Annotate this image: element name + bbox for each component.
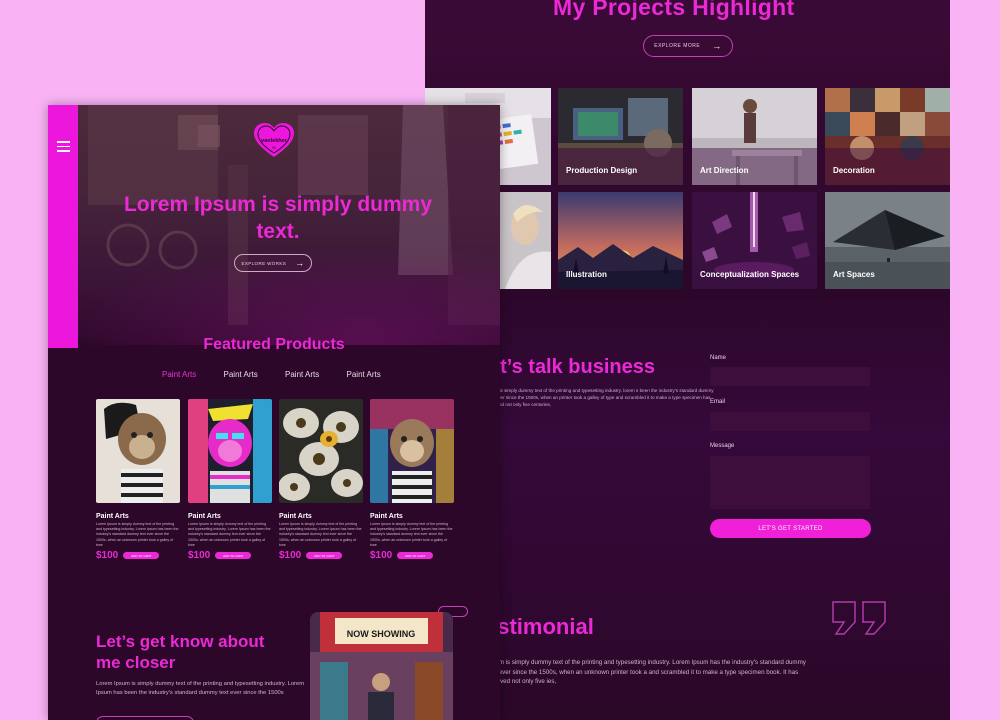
product-title: Paint Arts — [370, 513, 403, 520]
tile-label: Conceptualization Spaces — [700, 269, 800, 279]
product-description: Lorem Ipsum is simply dummy text of the … — [370, 522, 453, 546]
featured-products-title: Featured Products — [203, 336, 345, 353]
project-tile-production-design[interactable]: Production Design — [558, 88, 683, 185]
now-showing-sign: NOW SHOWING — [347, 629, 416, 639]
explore-works-button[interactable]: EXPLORE WORKS → — [234, 254, 312, 272]
email-field[interactable] — [710, 412, 870, 431]
name-field[interactable] — [710, 367, 870, 386]
project-tile-conceptualization[interactable]: Conceptualization Spaces — [692, 192, 817, 289]
product-image — [370, 399, 454, 503]
about-text: Lorem Ipsum is simply dummy text of the … — [96, 681, 305, 697]
add-to-cart-button[interactable]: ADD TO CART — [306, 552, 343, 559]
add-to-cart-button[interactable]: ADD TO CART — [123, 552, 160, 559]
tile-label: Art Direction — [700, 165, 749, 175]
product-price: $100 — [279, 550, 302, 561]
hamburger-menu-icon[interactable] — [57, 141, 70, 155]
explore-more-button[interactable]: EXPLORE MORE → — [643, 35, 733, 57]
product-card[interactable]: Paint Arts Lorem Ipsum is simply dummy t… — [96, 399, 180, 561]
arrow-right-icon: → — [295, 258, 305, 268]
hero-title: Lorem Ipsum is simply dummy text. — [123, 193, 433, 244]
tile-label: Decoration — [833, 165, 875, 175]
product-title: Paint Arts — [188, 513, 221, 520]
projects-page: My Projects Highlight EXPLORE MORE → Pro… — [425, 0, 950, 720]
svg-text:∞: ∞ — [272, 145, 276, 151]
projects-title: My Projects Highlight — [553, 0, 795, 20]
tab-paint-arts-1[interactable]: Paint Arts — [162, 370, 224, 379]
svg-text:vanlekher: vanlekher — [261, 138, 288, 144]
get-started-button[interactable]: LET'S GET STARTED — [710, 519, 871, 538]
product-card[interactable]: Paint Arts Lorem Ipsum is simply dummy t… — [370, 399, 454, 561]
about-photo: NOW SHOWING — [310, 612, 453, 720]
testimonial-text: Ipsum is simply dummy text of the printi… — [487, 659, 806, 686]
about-button[interactable] — [96, 716, 194, 720]
tile-label: Production Design — [566, 165, 638, 175]
product-price: $100 — [96, 550, 119, 561]
message-label: Message — [710, 443, 735, 449]
project-tile-illustration[interactable]: Illustration — [558, 192, 683, 289]
brand-logo[interactable]: vanlekher ∞ — [253, 123, 295, 159]
add-to-cart-button[interactable]: ADD TO CART — [215, 552, 252, 559]
project-tile-decoration[interactable]: Decoration — [825, 88, 950, 185]
tab-paint-arts-4[interactable]: Paint Arts — [347, 370, 409, 379]
arrow-right-icon: → — [712, 41, 722, 51]
product-description: Lorem Ipsum is simply dummy text of the … — [279, 522, 362, 546]
name-label: Name — [710, 355, 727, 361]
product-card[interactable]: Paint Arts Lorem Ipsum is simply dummy t… — [279, 399, 363, 561]
explore-works-label: EXPLORE WORKS — [241, 260, 287, 266]
product-image — [279, 399, 363, 503]
product-title: Paint Arts — [279, 513, 312, 520]
email-label: Email — [710, 399, 726, 405]
about-title: Let’s get know about me closer — [96, 632, 265, 673]
product-title: Paint Arts — [96, 513, 129, 520]
quote-icon — [832, 601, 886, 635]
project-tile-art-spaces[interactable]: Art Spaces — [825, 192, 950, 289]
message-field[interactable] — [710, 456, 870, 509]
tile-label: Art Spaces — [833, 269, 875, 279]
tile-label: Illustration — [566, 269, 607, 279]
talk-business-title: et’s talk business — [489, 356, 655, 378]
product-description: Lorem Ipsum is simply dummy text of the … — [188, 522, 271, 546]
add-to-cart-button[interactable]: ADD TO CART — [397, 552, 434, 559]
product-image — [96, 399, 180, 503]
home-page: vanlekher ∞ Lorem Ipsum is simply dummy … — [48, 105, 500, 720]
explore-more-label: EXPLORE MORE — [654, 43, 701, 49]
product-price: $100 — [370, 550, 393, 561]
testimonial-title: estimonial — [485, 614, 594, 639]
talk-business-text: psum is simply dummy text of the printin… — [487, 388, 714, 407]
project-tile-art-direction[interactable]: Art Direction — [692, 88, 817, 185]
tab-paint-arts-3[interactable]: Paint Arts — [285, 370, 347, 379]
product-description: Lorem Ipsum is simply dummy text of the … — [96, 522, 179, 546]
product-image — [188, 399, 272, 503]
product-card[interactable]: Paint Arts Lorem Ipsum is simply dummy t… — [188, 399, 272, 561]
tab-paint-arts-2[interactable]: Paint Arts — [224, 370, 286, 379]
product-price: $100 — [188, 550, 211, 561]
product-tabs: Paint Arts Paint Arts Paint Arts Paint A… — [162, 370, 408, 379]
heart-logo-icon: vanlekher ∞ — [254, 123, 294, 157]
